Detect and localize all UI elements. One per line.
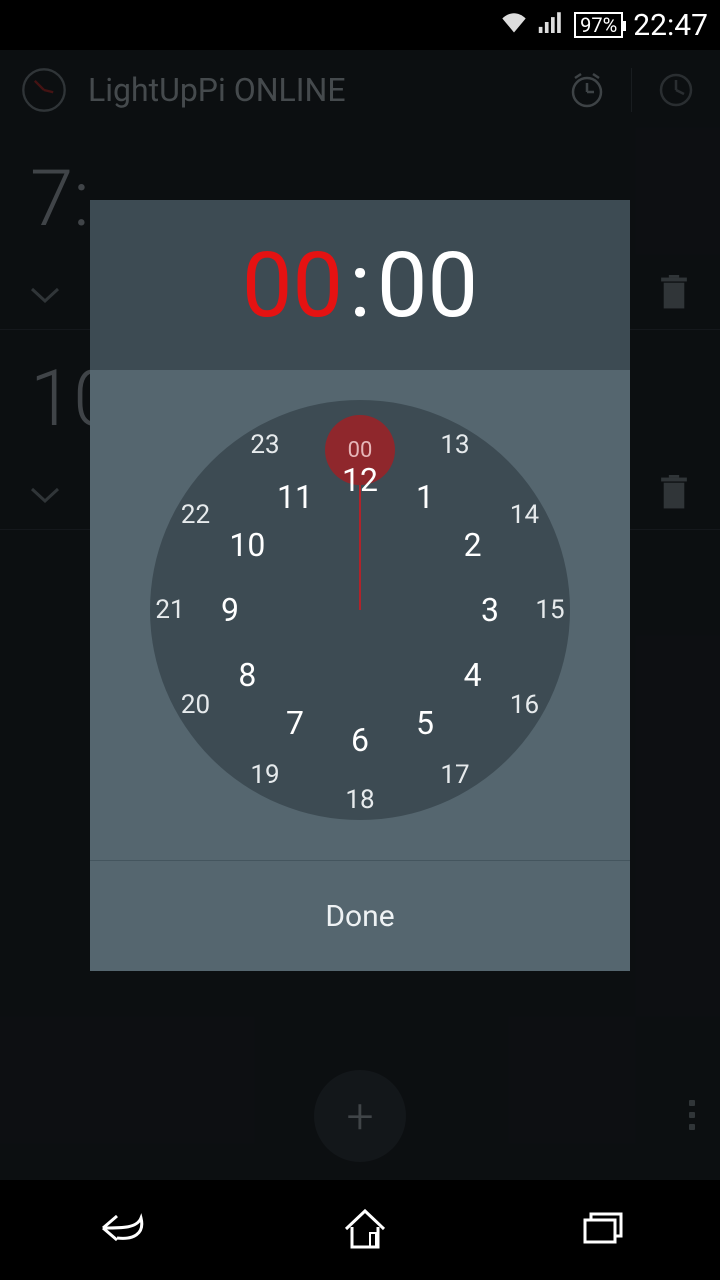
- hour-outer-16[interactable]: 16: [510, 690, 539, 720]
- selected-hour-label: 00: [348, 438, 373, 463]
- done-label: Done: [325, 899, 394, 934]
- hour-outer-14[interactable]: 14: [510, 500, 539, 530]
- hour-inner-10[interactable]: 10: [229, 526, 265, 564]
- hour-field[interactable]: 00: [242, 233, 343, 338]
- hour-inner-6[interactable]: 6: [351, 721, 369, 759]
- home-button[interactable]: [340, 1205, 390, 1255]
- hour-inner-5[interactable]: 5: [416, 704, 434, 742]
- signal-icon: [538, 10, 564, 40]
- hour-inner-12[interactable]: 12: [342, 461, 378, 499]
- hour-outer-22[interactable]: 22: [181, 500, 210, 530]
- hour-inner-3[interactable]: 3: [481, 591, 499, 629]
- time-picker-dialog: 00 : 00 00 12001132143154165176187198209…: [90, 200, 630, 971]
- hour-inner-2[interactable]: 2: [464, 526, 482, 564]
- time-display: 00 : 00: [90, 200, 630, 370]
- hour-outer-13[interactable]: 13: [440, 430, 469, 460]
- hour-outer-20[interactable]: 20: [181, 690, 210, 720]
- clock-face-container: 00 1200113214315416517618719820921102211…: [90, 370, 630, 861]
- hour-inner-1[interactable]: 1: [416, 478, 434, 516]
- hour-outer-15[interactable]: 15: [535, 595, 564, 625]
- wifi-icon: [500, 10, 528, 40]
- time-colon: :: [349, 233, 371, 338]
- hour-outer-19[interactable]: 19: [250, 760, 279, 790]
- hour-inner-9[interactable]: 9: [221, 591, 239, 629]
- back-button[interactable]: [93, 1206, 153, 1254]
- battery-percent: 97%: [580, 13, 617, 37]
- hour-inner-7[interactable]: 7: [286, 704, 304, 742]
- recent-apps-button[interactable]: [577, 1208, 627, 1252]
- battery-icon: 97%: [574, 12, 623, 38]
- minute-field[interactable]: 00: [377, 233, 478, 338]
- hour-inner-4[interactable]: 4: [464, 656, 482, 694]
- hour-outer-23[interactable]: 23: [250, 430, 279, 460]
- status-bar: 97% 22:47: [0, 0, 720, 50]
- android-nav-bar: [0, 1180, 720, 1280]
- clock-text: 22:47: [633, 8, 708, 43]
- clock-face[interactable]: 00 1200113214315416517618719820921102211…: [150, 400, 570, 820]
- done-button[interactable]: Done: [90, 861, 630, 971]
- hour-outer-21[interactable]: 21: [155, 595, 184, 625]
- hour-inner-8[interactable]: 8: [238, 656, 256, 694]
- hour-inner-11[interactable]: 11: [277, 478, 313, 516]
- hour-outer-18[interactable]: 18: [345, 785, 374, 815]
- hour-outer-17[interactable]: 17: [440, 760, 469, 790]
